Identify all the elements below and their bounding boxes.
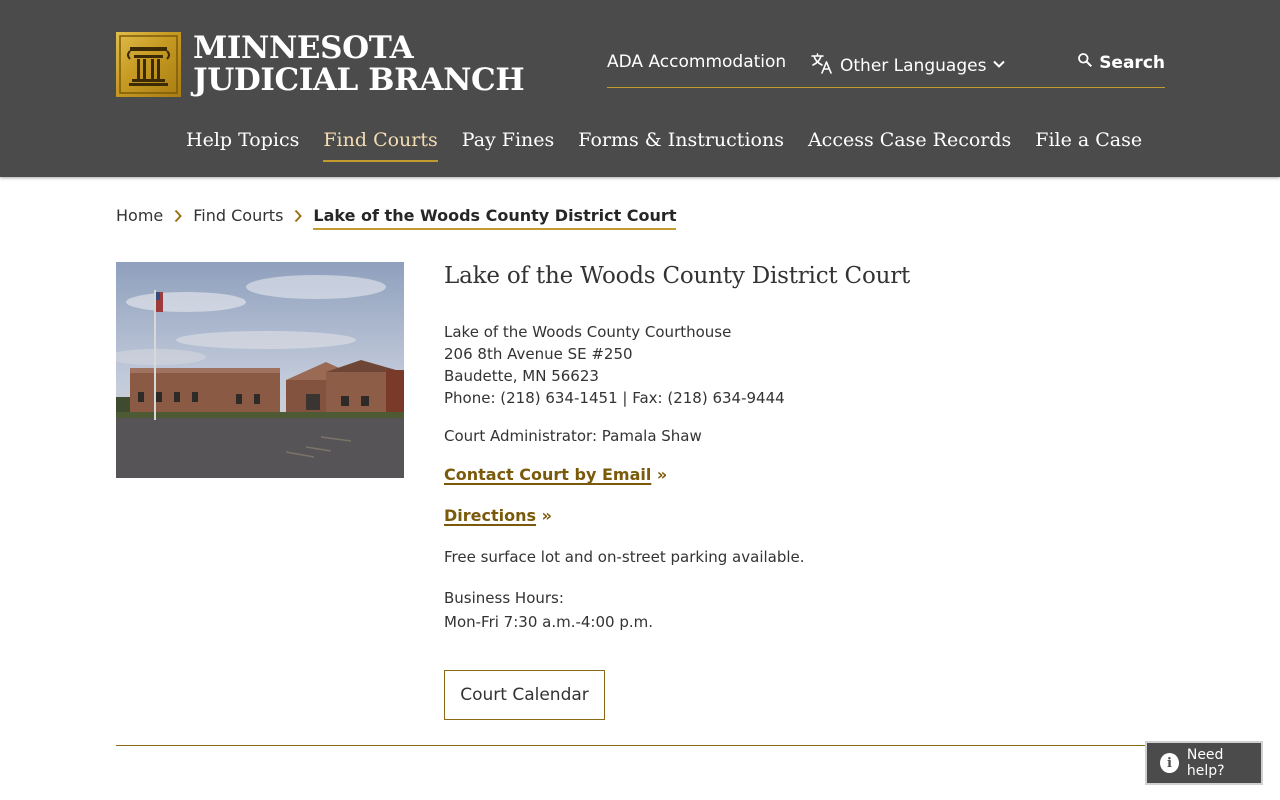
nav-pay-fines[interactable]: Pay Fines <box>462 126 555 162</box>
contact-court-email-link[interactable]: Contact Court by Email » <box>444 464 667 486</box>
site-header: MINNESOTA JUDICIAL BRANCH ADA Accommodat… <box>0 0 1280 177</box>
court-address: Lake of the Woods County Courthouse 206 … <box>444 321 1144 409</box>
search-icon <box>1077 52 1093 73</box>
need-help-label: Need help? <box>1186 747 1225 779</box>
breadcrumb-find-courts[interactable]: Find Courts <box>193 203 283 229</box>
nav-help-topics[interactable]: Help Topics <box>186 126 299 162</box>
breadcrumb-current: Lake of the Woods County District Court <box>313 203 677 230</box>
nav-forms-instructions[interactable]: Forms & Instructions <box>578 126 784 162</box>
double-chevron-right-icon: » <box>541 506 552 525</box>
need-help-button[interactable]: i Need help? <box>1145 741 1263 785</box>
breadcrumb-home[interactable]: Home <box>116 203 163 229</box>
courthouse-photo <box>116 262 404 478</box>
pillar-logo-icon <box>116 32 181 97</box>
search-button[interactable]: Search <box>1077 52 1165 73</box>
main-navigation: Help Topics Find Courts Pay Fines Forms … <box>186 126 1142 162</box>
court-details: Lake of the Woods County District Court … <box>444 258 1144 720</box>
chevron-right-icon <box>173 203 183 229</box>
city-state-zip: Baudette, MN 56623 <box>444 367 599 385</box>
breadcrumb: Home Find Courts Lake of the Woods Count… <box>116 203 677 231</box>
directions-link[interactable]: Directions » <box>444 505 552 527</box>
ada-accommodation-link[interactable]: ADA Accommodation <box>607 52 786 72</box>
logo-line-1: MINNESOTA <box>193 30 414 66</box>
other-languages-label: Other Languages <box>840 55 987 76</box>
content-divider <box>116 745 1146 746</box>
contact-court-email-label: Contact Court by Email <box>444 465 652 484</box>
logo-wordmark: MINNESOTA JUDICIAL BRANCH <box>193 30 525 98</box>
nav-file-a-case[interactable]: File a Case <box>1035 126 1142 162</box>
business-hours-value: Mon-Fri 7:30 a.m.-4:00 p.m. <box>444 613 654 631</box>
site-logo[interactable]: MINNESOTA JUDICIAL BRANCH <box>116 32 525 98</box>
business-hours: Business Hours: Mon-Fri 7:30 a.m.-4:00 p… <box>444 586 1144 634</box>
search-label: Search <box>1099 52 1165 73</box>
directions-label: Directions <box>444 506 537 525</box>
street-address: 206 8th Avenue SE #250 <box>444 345 633 363</box>
courthouse-name: Lake of the Woods County Courthouse <box>444 323 732 341</box>
other-languages-dropdown[interactable]: Other Languages <box>810 52 1006 79</box>
translate-icon <box>810 52 834 79</box>
parking-info: Free surface lot and on-street parking a… <box>444 548 805 566</box>
chevron-right-icon <box>293 203 303 229</box>
phone-fax: Phone: (218) 634-1451 | Fax: (218) 634-9… <box>444 389 785 407</box>
chevron-down-icon <box>992 56 1006 76</box>
nav-access-case-records[interactable]: Access Case Records <box>808 126 1011 162</box>
court-administrator: Court Administrator: Pamala Shaw <box>444 427 702 445</box>
logo-line-2: JUDICIAL BRANCH <box>193 62 525 98</box>
court-calendar-button[interactable]: Court Calendar <box>444 670 605 720</box>
business-hours-label: Business Hours: <box>444 589 564 607</box>
nav-find-courts[interactable]: Find Courts <box>323 126 438 162</box>
info-icon: i <box>1160 753 1179 773</box>
double-chevron-right-icon: » <box>656 465 668 484</box>
utility-bar: ADA Accommodation Other Languages Search <box>607 50 1165 88</box>
page-title: Lake of the Woods County District Court <box>444 263 911 289</box>
